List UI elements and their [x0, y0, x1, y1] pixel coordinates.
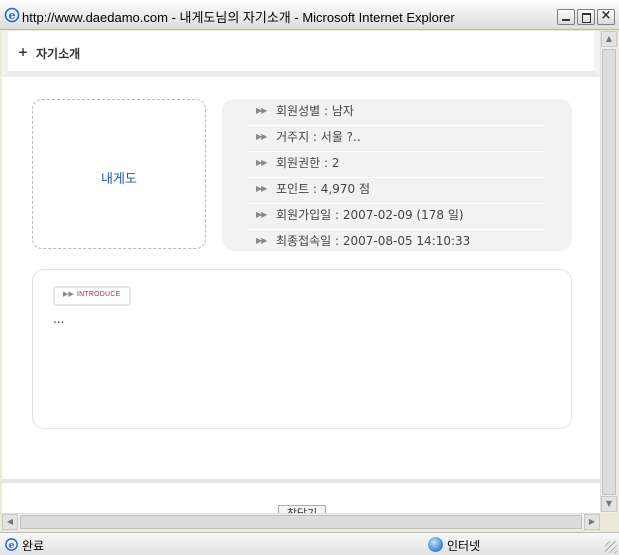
info-row-join-date: ▶▶ 회원가입일 : 2007-02-09 (178 일): [248, 203, 544, 230]
ie-page-icon: e: [5, 538, 18, 551]
divider: [2, 479, 600, 483]
info-text: 최종접속일 : 2007-08-05 14:10:33: [276, 234, 471, 248]
scroll-right-button[interactable]: ▶: [584, 514, 600, 530]
info-row-last-login: ▶▶ 최종접속일 : 2007-08-05 14:10:33: [248, 229, 544, 256]
ie-icon: e: [4, 7, 20, 23]
horizontal-scrollbar[interactable]: ◀ ▶: [2, 513, 600, 530]
double-arrow-icon: ▶▶: [256, 132, 267, 141]
status-bar: e 완료 인터넷: [0, 532, 619, 555]
member-info-box: ▶▶ 회원성별 : 남자 ▶▶ 거주지 : 서울 ?.. ▶▶ 회원권한 : 2…: [222, 99, 572, 256]
introduce-label: INTRODUCE: [77, 291, 121, 298]
minimize-button[interactable]: [557, 9, 575, 25]
introduce-text: ...: [53, 312, 65, 326]
vertical-scroll-thumb[interactable]: [602, 49, 616, 495]
info-row-location: ▶▶ 거주지 : 서울 ?..: [248, 125, 544, 152]
close-window-button[interactable]: ×: [597, 8, 615, 25]
page-title: 자기소개: [36, 47, 81, 61]
page-header: + 자기소개: [2, 31, 600, 77]
window-title: http://www.daedamo.com - 내게도님의 자기소개 - Mi…: [22, 10, 455, 25]
window-titlebar[interactable]: e http://www.daedamo.com - 내게도님의 자기소개 - …: [0, 0, 619, 30]
close-icon: ×: [600, 8, 612, 23]
profile-photo-box: 내게도: [32, 99, 206, 249]
svg-text:e: e: [9, 540, 15, 551]
double-arrow-icon: ▶▶: [256, 210, 267, 219]
scroll-left-button[interactable]: ◀: [2, 514, 18, 530]
status-text: 완료: [22, 539, 45, 553]
introduce-box: ▶▶ INTRODUCE ...: [32, 269, 572, 429]
info-text: 회원가입일 : 2007-02-09 (178 일): [276, 208, 464, 222]
nickname: 내게도: [101, 172, 137, 187]
window-controls: ×: [557, 8, 615, 25]
resize-grip-icon[interactable]: [605, 541, 617, 553]
internet-globe-icon: [428, 537, 443, 552]
vertical-scrollbar[interactable]: ▲ ▼: [600, 31, 617, 513]
double-arrow-icon: ▶▶: [256, 106, 267, 115]
double-arrow-icon: ▶▶: [63, 290, 74, 298]
info-text: 포인트 : 4,970 점: [276, 182, 371, 196]
header-plus: +: [18, 45, 29, 59]
info-row-gender: ▶▶ 회원성별 : 남자: [248, 99, 544, 126]
close-page-button[interactable]: 창닫기: [278, 505, 326, 513]
info-row-points: ▶▶ 포인트 : 4,970 점: [248, 177, 544, 204]
double-arrow-icon: ▶▶: [256, 158, 267, 167]
horizontal-scroll-thumb[interactable]: [20, 515, 582, 529]
svg-text:e: e: [9, 9, 16, 22]
scroll-down-button[interactable]: ▼: [601, 496, 617, 512]
scroll-up-button[interactable]: ▲: [601, 31, 617, 47]
security-zone-text: 인터넷: [447, 539, 481, 553]
double-arrow-icon: ▶▶: [256, 236, 267, 245]
maximize-button[interactable]: [577, 9, 595, 25]
info-row-level: ▶▶ 회원권한 : 2: [248, 151, 544, 178]
scrollbar-corner: [600, 513, 617, 530]
page-viewport: + 자기소개 내게도 ▶▶ 회원성별 : 남자 ▶▶ 거주지 : 서울 ?.. …: [2, 31, 600, 513]
double-arrow-icon: ▶▶: [256, 184, 267, 193]
info-text: 거주지 : 서울 ?..: [276, 130, 361, 144]
info-text: 회원성별 : 남자: [276, 104, 354, 118]
info-text: 회원권한 : 2: [276, 156, 340, 170]
introduce-badge: ▶▶ INTRODUCE: [53, 286, 131, 306]
